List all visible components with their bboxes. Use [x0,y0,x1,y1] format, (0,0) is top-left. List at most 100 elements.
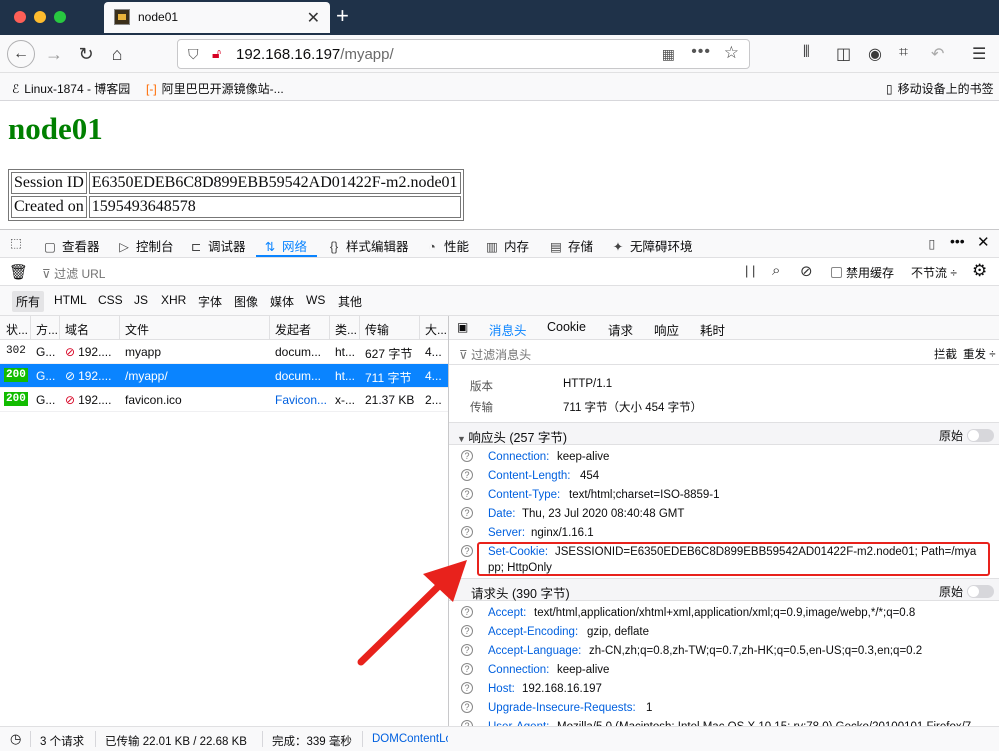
pause-icon[interactable]: | | [745,263,755,278]
bookmark-linux[interactable]: ℰ Linux-1874 - 博客园 [12,80,130,97]
zoom-window-button[interactable] [54,11,66,23]
tab-console[interactable]: ▷ 控制台 [116,236,173,255]
page-actions-icon[interactable]: ••• [691,43,711,61]
tab-network[interactable]: ⇅ 网络 [262,236,307,255]
dom-content-loaded: DOMContentLo [372,733,448,745]
help-icon[interactable]: ? [461,488,473,500]
minimize-window-button[interactable] [34,11,46,23]
toggle-sidebar-icon[interactable]: ▣ [457,320,468,334]
request-headers-section[interactable]: 请求头 (390 字节) 原始 [449,578,999,601]
col-size[interactable]: 大... [425,321,447,338]
tab-style-editor[interactable]: {} 样式编辑器 [326,236,409,255]
filter-headers-input[interactable]: ⊽ 过滤消息头 [459,346,531,363]
col-file[interactable]: 文件 [125,321,265,338]
help-icon[interactable]: ? [461,682,473,694]
cell-size: 2... [425,393,442,407]
sidebar-icon[interactable]: ◫ [836,44,851,64]
raw-toggle[interactable] [967,429,994,442]
type-xhr[interactable]: XHR [161,293,186,307]
col-transfer[interactable]: 传输 [365,321,415,338]
block-icon[interactable]: ⊘ [800,262,813,280]
close-window-button[interactable] [14,11,26,23]
tab-request[interactable]: 请求 [608,320,633,339]
help-icon[interactable]: ? [461,450,473,462]
filter-url-input[interactable]: ⊽ 过滤 URL [42,265,105,282]
new-tab-button[interactable]: + [336,3,349,29]
throttle-select[interactable]: 不节流 ÷ [911,264,957,281]
table-row[interactable]: 200 G... ⊘ 192.... /myapp/ docum... ht...… [0,364,448,388]
tab-debugger[interactable]: ⊏ 调试器 [188,236,246,255]
mobile-bookmarks[interactable]: ▯ 移动设备上的书签 [886,80,994,97]
tab-storage[interactable]: ▤ 存储 [548,236,593,255]
disable-cache-checkbox[interactable]: 禁用缓存 [831,264,894,281]
help-icon[interactable]: ? [461,469,473,481]
cell-type: x-... [335,393,355,407]
col-method[interactable]: 方... [36,321,58,338]
url-bar[interactable]: ⛉ 🔓︎ 192.168.16.197/myapp/ ▦ ••• ☆ [177,39,750,69]
type-images[interactable]: 图像 [234,293,258,310]
type-html[interactable]: HTML [54,293,87,307]
header-name: Content-Length: [488,470,571,482]
type-fonts[interactable]: 字体 [198,293,222,310]
browser-tab[interactable]: node01 ✕ [104,2,330,33]
col-status[interactable]: 状... [6,321,30,338]
reload-button[interactable]: ↻ [72,40,100,68]
tab-inspector[interactable]: ▢ 查看器 [42,236,99,255]
responsive-design-icon[interactable]: ▯ [924,236,944,251]
forward-button[interactable]: → [40,40,68,68]
debugger-icon: ⊏ [190,240,202,254]
table-row[interactable]: 200 G... ⊘ 192.... favicon.ico Favicon...… [0,388,448,412]
bookmark-aliyun[interactable]: [-] 阿里巴巴开源镜像站-... [146,80,284,97]
raw-toggle[interactable] [967,585,994,598]
menu-icon[interactable]: ☰ [972,44,986,64]
type-css[interactable]: CSS [98,293,123,307]
col-type[interactable]: 类... [335,321,357,338]
memory-icon: ▥ [486,240,498,254]
tab-response[interactable]: 响应 [654,320,679,339]
help-icon[interactable]: ? [461,507,473,519]
screenshot-icon[interactable]: ⌗ [899,44,908,62]
clear-trash-icon[interactable]: 🗑︎ [9,263,28,281]
qr-code-icon[interactable]: ▦ [662,46,675,63]
home-button[interactable]: ⌂ [103,40,131,68]
help-icon[interactable]: ? [461,526,473,538]
col-initiator[interactable]: 发起者 [275,321,329,338]
type-other[interactable]: 其他 [338,293,362,310]
perf-analysis-icon[interactable]: ◷ [10,731,21,747]
type-filter-row: 所有 HTML CSS JS XHR 字体 图像 媒体 WS 其他 [0,286,999,316]
gear-icon[interactable]: ⚙ [972,261,987,281]
tab-headers[interactable]: 消息头 [489,320,527,339]
tab-accessibility[interactable]: ✦ 无障碍环境 [610,236,693,255]
tab-memory[interactable]: ▥ 内存 [484,236,529,255]
help-icon[interactable]: ? [461,701,473,713]
devtools-more-icon[interactable]: ••• [950,233,965,249]
search-icon[interactable]: ⌕ [772,262,780,279]
url-path: /myapp/ [340,46,394,63]
help-icon[interactable]: ? [461,545,473,557]
type-js[interactable]: JS [134,293,148,307]
block-button[interactable]: 拦截 [934,346,957,362]
resend-button[interactable]: 重发 ÷ [963,346,996,362]
type-media[interactable]: 媒体 [270,293,294,310]
table-row[interactable]: 302 G... ⊘ 192.... myapp docum... ht... 6… [0,340,448,364]
col-domain[interactable]: 域名 [65,321,115,338]
tab-performance[interactable]: ◔ 性能 [424,236,469,255]
tab-cookie[interactable]: Cookie [547,320,586,334]
undo-icon[interactable]: ↶ [931,44,944,64]
insecure-lock-icon[interactable]: 🔓︎ [212,45,221,62]
devtools-close-icon[interactable]: ✕ [977,233,990,251]
type-all[interactable]: 所有 [12,291,45,312]
library-icon[interactable]: ⫴ [803,44,810,62]
url-text[interactable]: 192.168.16.197/myapp/ [236,46,394,63]
bookmark-star-icon[interactable]: ☆ [724,43,739,63]
back-button[interactable]: ← [7,40,35,68]
tab-timings[interactable]: 耗时 [700,320,725,339]
account-icon[interactable]: ◉ [868,44,882,64]
domain-text: 192.... [78,345,112,359]
pick-element-icon[interactable]: ⬚ [8,235,28,250]
response-headers-section[interactable]: ▼ 响应头 (257 字节) 原始 [449,422,999,445]
cell-initiator[interactable]: Favicon... [275,393,327,407]
type-ws[interactable]: WS [306,293,325,307]
close-tab-icon[interactable]: ✕ [307,8,320,28]
shield-icon[interactable]: ⛉ [188,46,199,63]
